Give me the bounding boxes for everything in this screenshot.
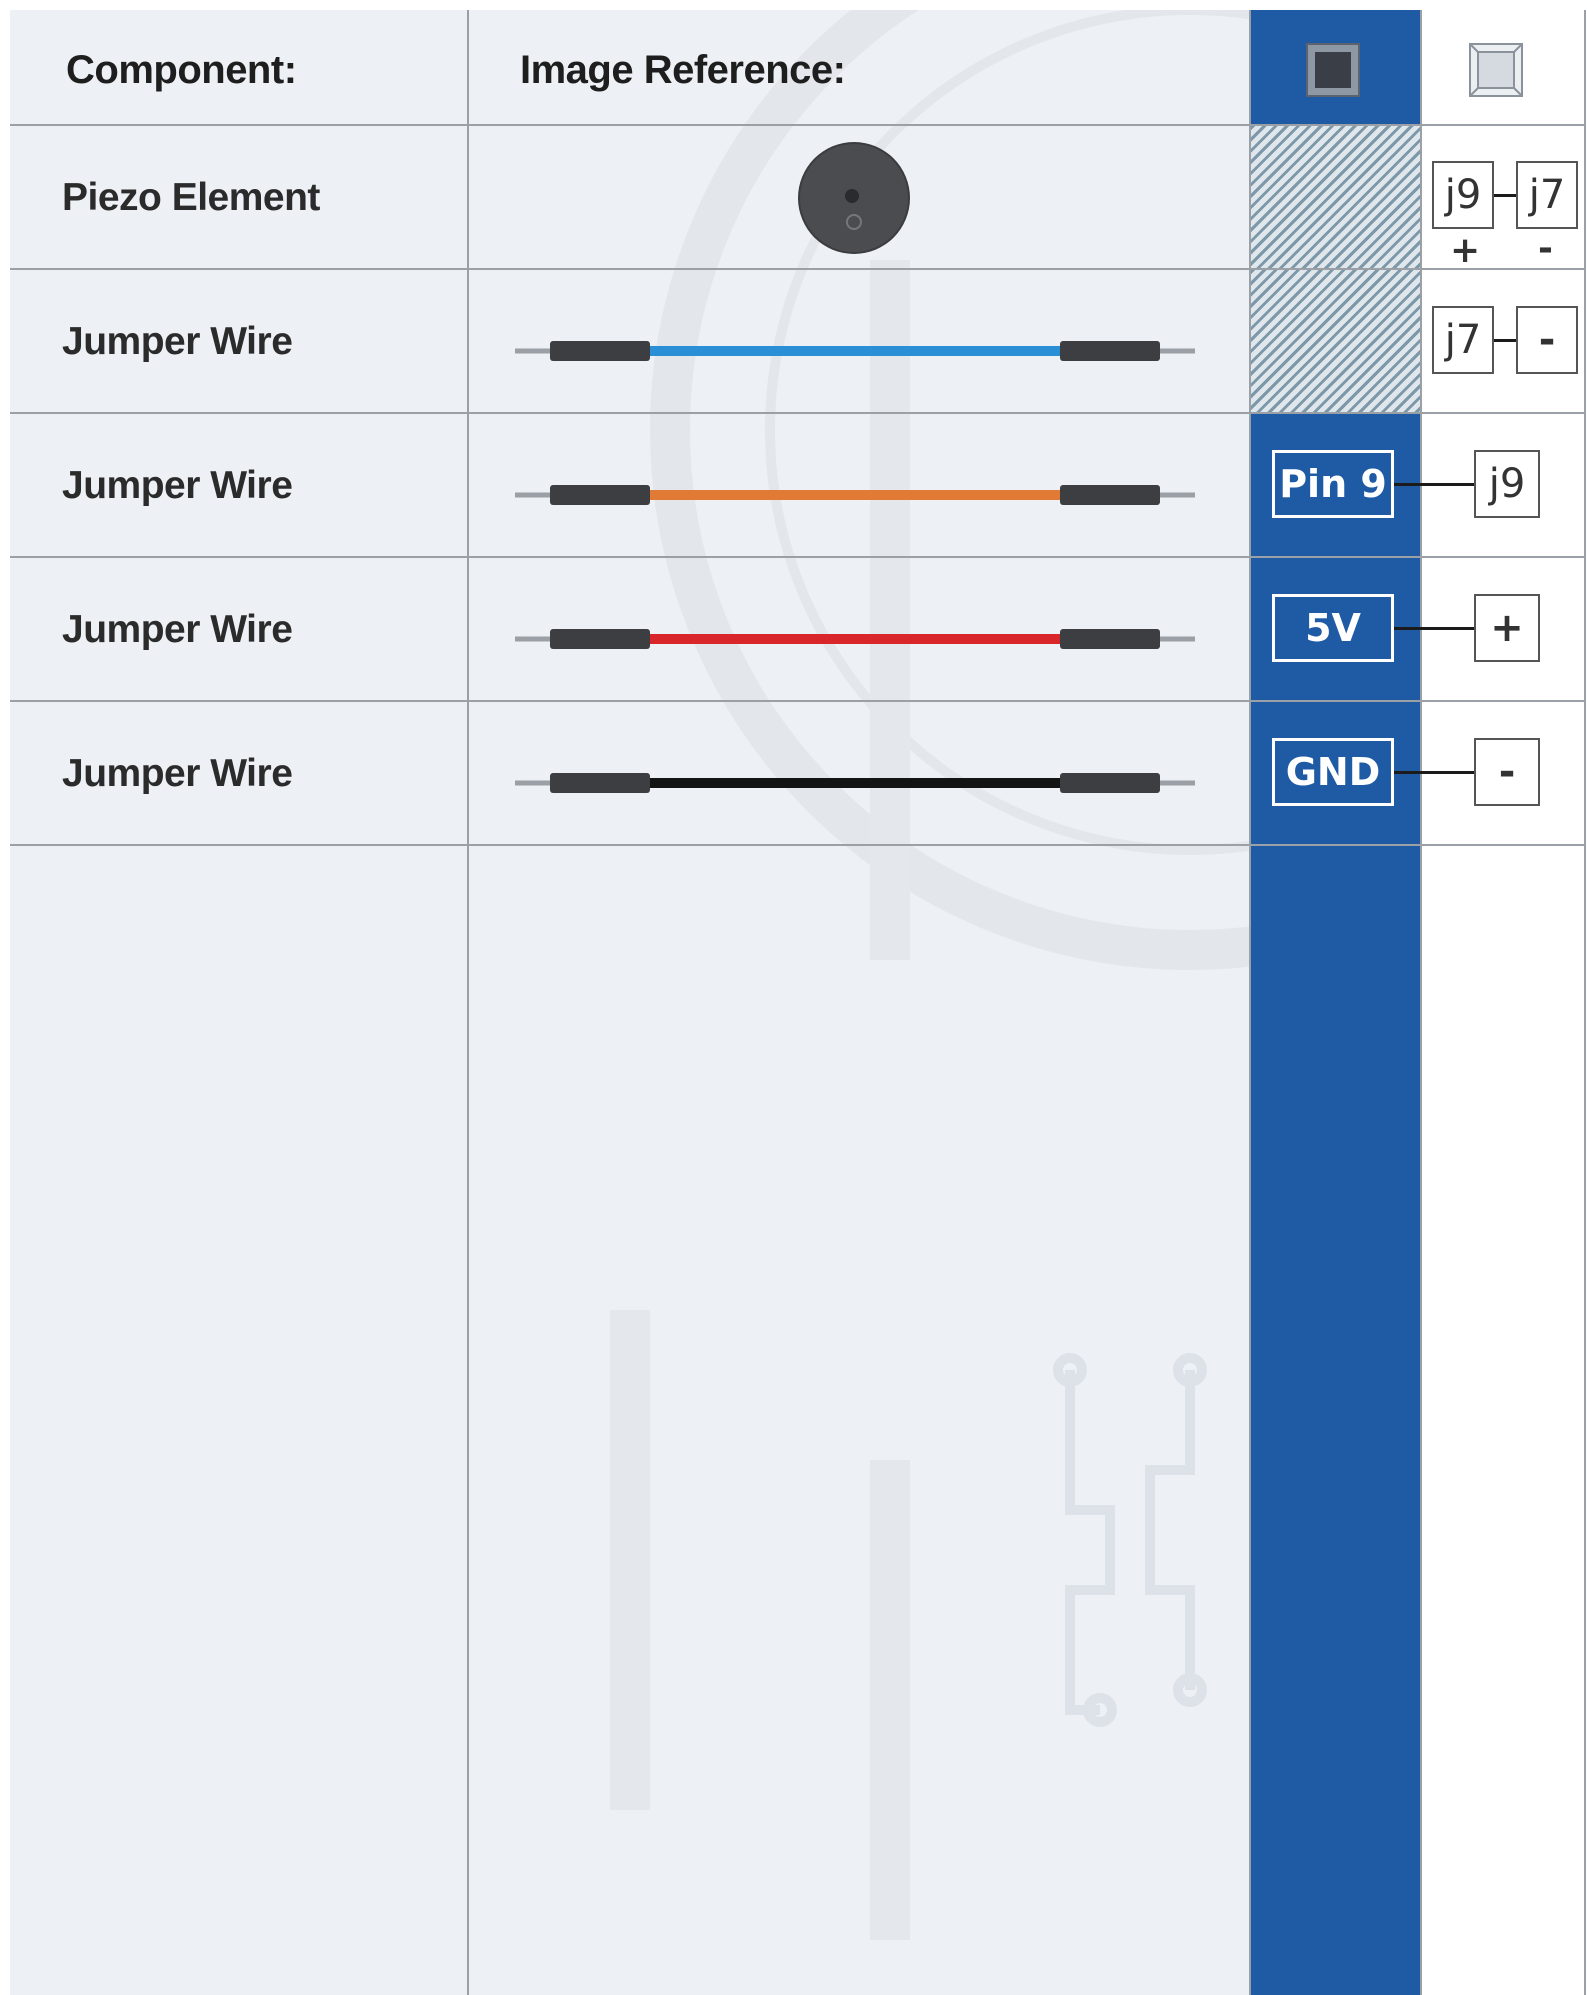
breadboard-hole: j7 xyxy=(1516,161,1578,229)
divider xyxy=(10,124,1586,126)
image-reference-header: Image Reference: xyxy=(520,48,846,92)
breadboard-hole: j9 xyxy=(1474,450,1540,518)
component-name: Piezo Element xyxy=(62,176,320,219)
divider xyxy=(10,700,1586,702)
divider xyxy=(10,268,1586,270)
component-name: Jumper Wire xyxy=(62,752,293,795)
chip-light-icon xyxy=(1469,43,1523,97)
jumper-wire-image xyxy=(515,773,1195,793)
piezo-buzzer-image xyxy=(798,142,910,254)
connector-line xyxy=(1394,483,1474,486)
connector-line xyxy=(1494,194,1516,197)
chip-dark-icon xyxy=(1306,43,1360,97)
hatch-cell-piezo xyxy=(1251,126,1420,268)
arduino-pin-label: Pin 9 xyxy=(1272,450,1394,518)
wire-line xyxy=(650,490,1060,500)
divider xyxy=(1249,10,1251,1995)
connector-line xyxy=(1494,339,1516,342)
hatch-cell-wire-1 xyxy=(1251,270,1420,412)
arduino-pin-label: GND xyxy=(1272,738,1394,806)
breadboard-rail: - xyxy=(1474,738,1540,806)
arduino-pin-label: 5V xyxy=(1272,594,1394,662)
breadboard-hole: j9 xyxy=(1432,161,1494,229)
component-name: Jumper Wire xyxy=(62,320,293,363)
jumper-wire-image xyxy=(515,629,1195,649)
polarity-label: + xyxy=(1450,230,1481,271)
component-table: Component: Image Reference: Piezo Elemen… xyxy=(10,10,1586,1995)
breadboard-rail: - xyxy=(1516,306,1578,374)
wire-line xyxy=(650,346,1060,356)
divider xyxy=(1584,10,1586,1995)
divider xyxy=(467,10,469,1995)
divider xyxy=(10,844,1586,846)
breadboard-hole: j7 xyxy=(1432,306,1494,374)
wire-line xyxy=(650,634,1060,644)
jumper-wire-image xyxy=(515,341,1195,361)
divider xyxy=(10,556,1586,558)
component-name: Jumper Wire xyxy=(62,464,293,507)
polarity-label: - xyxy=(1538,228,1553,269)
divider xyxy=(10,412,1586,414)
breadboard-rail: + xyxy=(1474,594,1540,662)
jumper-wire-image xyxy=(515,485,1195,505)
component-header: Component: xyxy=(66,48,297,92)
wire-line xyxy=(650,778,1060,788)
divider xyxy=(1420,10,1422,1995)
connector-line xyxy=(1394,627,1474,630)
connector-line xyxy=(1394,771,1474,774)
component-name: Jumper Wire xyxy=(62,608,293,651)
